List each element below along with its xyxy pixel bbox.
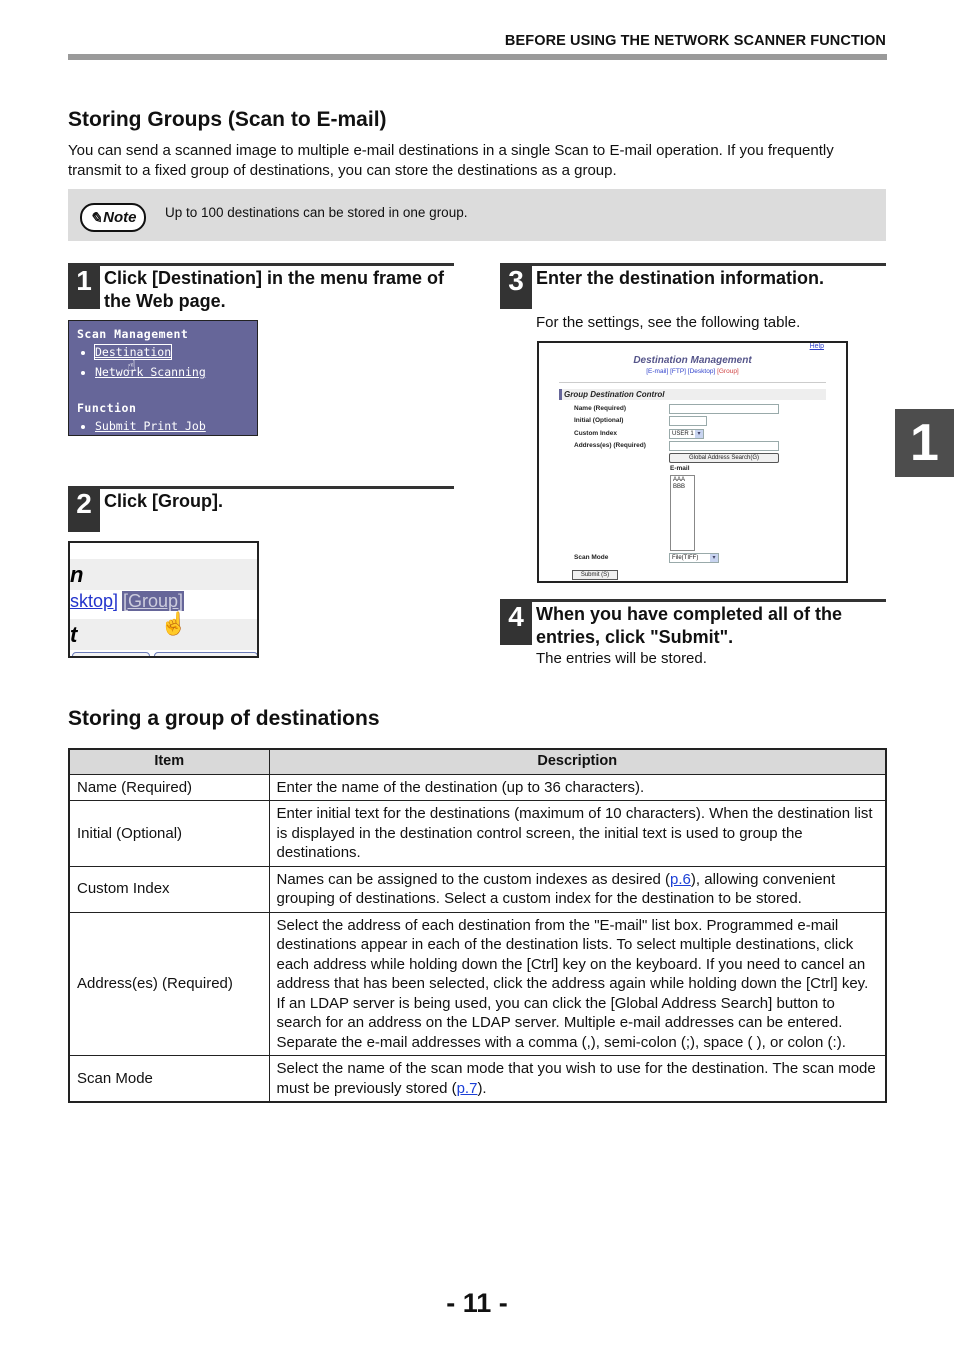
- note-text: Up to 100 destinations can be stored in …: [165, 205, 468, 220]
- table-row: Scan Mode Select the name of the scan mo…: [68, 1055, 887, 1103]
- menu-group-function: Function: [77, 401, 137, 415]
- step-3: 3 Enter the destination information. For…: [500, 263, 886, 333]
- page-link-p6[interactable]: p.6: [670, 871, 691, 888]
- note-badge: ✎ Note: [80, 203, 146, 232]
- step-subtext: The entries will be stored.: [536, 650, 707, 667]
- email-list-box[interactable]: AAA BBB: [670, 475, 695, 551]
- section-title: Storing Groups (Scan to E-mail): [68, 108, 387, 131]
- step-subtext: For the settings, see the following tabl…: [536, 314, 801, 331]
- step-number: 3: [500, 263, 532, 309]
- intro-paragraph: You can send a scanned image to multiple…: [68, 142, 834, 179]
- list-item[interactable]: AAA: [673, 477, 692, 484]
- form-title: Destination Management: [633, 355, 752, 366]
- tab-group[interactable]: [Group]: [717, 368, 739, 375]
- menu-group-scan-management: Scan Management: [77, 327, 189, 341]
- custom-index-select[interactable]: USER 1 ▾: [669, 429, 704, 439]
- chevron-down-icon: ▾: [710, 554, 718, 562]
- desktop-link[interactable]: sktop]: [70, 591, 118, 611]
- submit-button[interactable]: Submit (S): [572, 570, 618, 580]
- table-row: Custom Index Names can be assigned to th…: [68, 865, 887, 913]
- step-title: Enter the destination information.: [536, 268, 825, 288]
- destination-form-screenshot: Help Destination Management [E-mail] [FT…: [537, 341, 848, 583]
- tab-email[interactable]: [E-mail]: [646, 368, 668, 375]
- page-number: - 11 -: [446, 1288, 508, 1318]
- global-address-search-button[interactable]: Global Address Search(G): [669, 453, 779, 463]
- hand-cursor-icon: ☝: [127, 357, 137, 375]
- menu-frame-screenshot: Scan Management Destination Network Scan…: [68, 320, 258, 436]
- step-2: 2 Click [Group].: [68, 486, 454, 532]
- menu-link-network-scanning[interactable]: Network Scanning: [81, 365, 206, 379]
- initial-input[interactable]: [669, 416, 707, 426]
- name-input[interactable]: [669, 404, 779, 414]
- list-item[interactable]: BBB: [673, 484, 692, 491]
- step-title: Click [Destination] in the menu frame of…: [104, 268, 445, 311]
- step-title: When you have completed all of the entri…: [536, 604, 843, 647]
- group-link[interactable]: [Group]: [122, 591, 185, 611]
- section-header: Group Destination Control: [559, 389, 826, 400]
- pencil-icon: ✎: [89, 209, 103, 227]
- address-input[interactable]: [669, 441, 779, 451]
- note-box: ✎ Note Up to 100 destinations can be stor…: [68, 189, 886, 241]
- table-section-title: Storing a group of destinations: [68, 707, 380, 730]
- group-link-screenshot: n sktop] [Group] ☝ t: [68, 541, 259, 658]
- step-1: 1 Click [Destination] in the menu frame …: [68, 263, 454, 313]
- table-row: Address(es) (Required) Select the addres…: [68, 911, 887, 1056]
- tab-desktop[interactable]: [Desktop]: [688, 368, 715, 375]
- table-row: Initial (Optional) Enter initial text fo…: [68, 800, 887, 867]
- chevron-down-icon: ▾: [695, 430, 703, 438]
- step-title: Click [Group].: [104, 491, 224, 511]
- step-number: 2: [68, 486, 100, 532]
- table-row: Name (Required) Enter the name of the de…: [68, 773, 887, 801]
- column-header-description: Description: [268, 748, 887, 775]
- step-number: 1: [68, 263, 100, 309]
- chapter-tab: 1: [895, 409, 954, 477]
- table-header-row: Item Description: [68, 748, 887, 775]
- step-4: 4 When you have completed all of the ent…: [500, 599, 886, 669]
- menu-link-submit-print-job[interactable]: Submit Print Job: [81, 419, 206, 433]
- settings-table: Item Description Name (Required) Enter t…: [68, 748, 887, 1103]
- scan-mode-select[interactable]: File(TIFF) ▾: [669, 553, 719, 563]
- hand-cursor-icon: ☝: [160, 611, 188, 636]
- destination-tabs: [E-mail] [FTP] [Desktop] [Group]: [539, 368, 846, 375]
- running-header: BEFORE USING THE NETWORK SCANNER FUNCTIO…: [504, 33, 886, 49]
- column-header-item: Item: [68, 748, 270, 775]
- page-link-p7[interactable]: p.7: [457, 1080, 478, 1097]
- header-rule: [68, 54, 887, 60]
- tab-ftp[interactable]: [FTP]: [670, 368, 686, 375]
- step-number: 4: [500, 599, 532, 645]
- help-link[interactable]: Help: [810, 343, 824, 350]
